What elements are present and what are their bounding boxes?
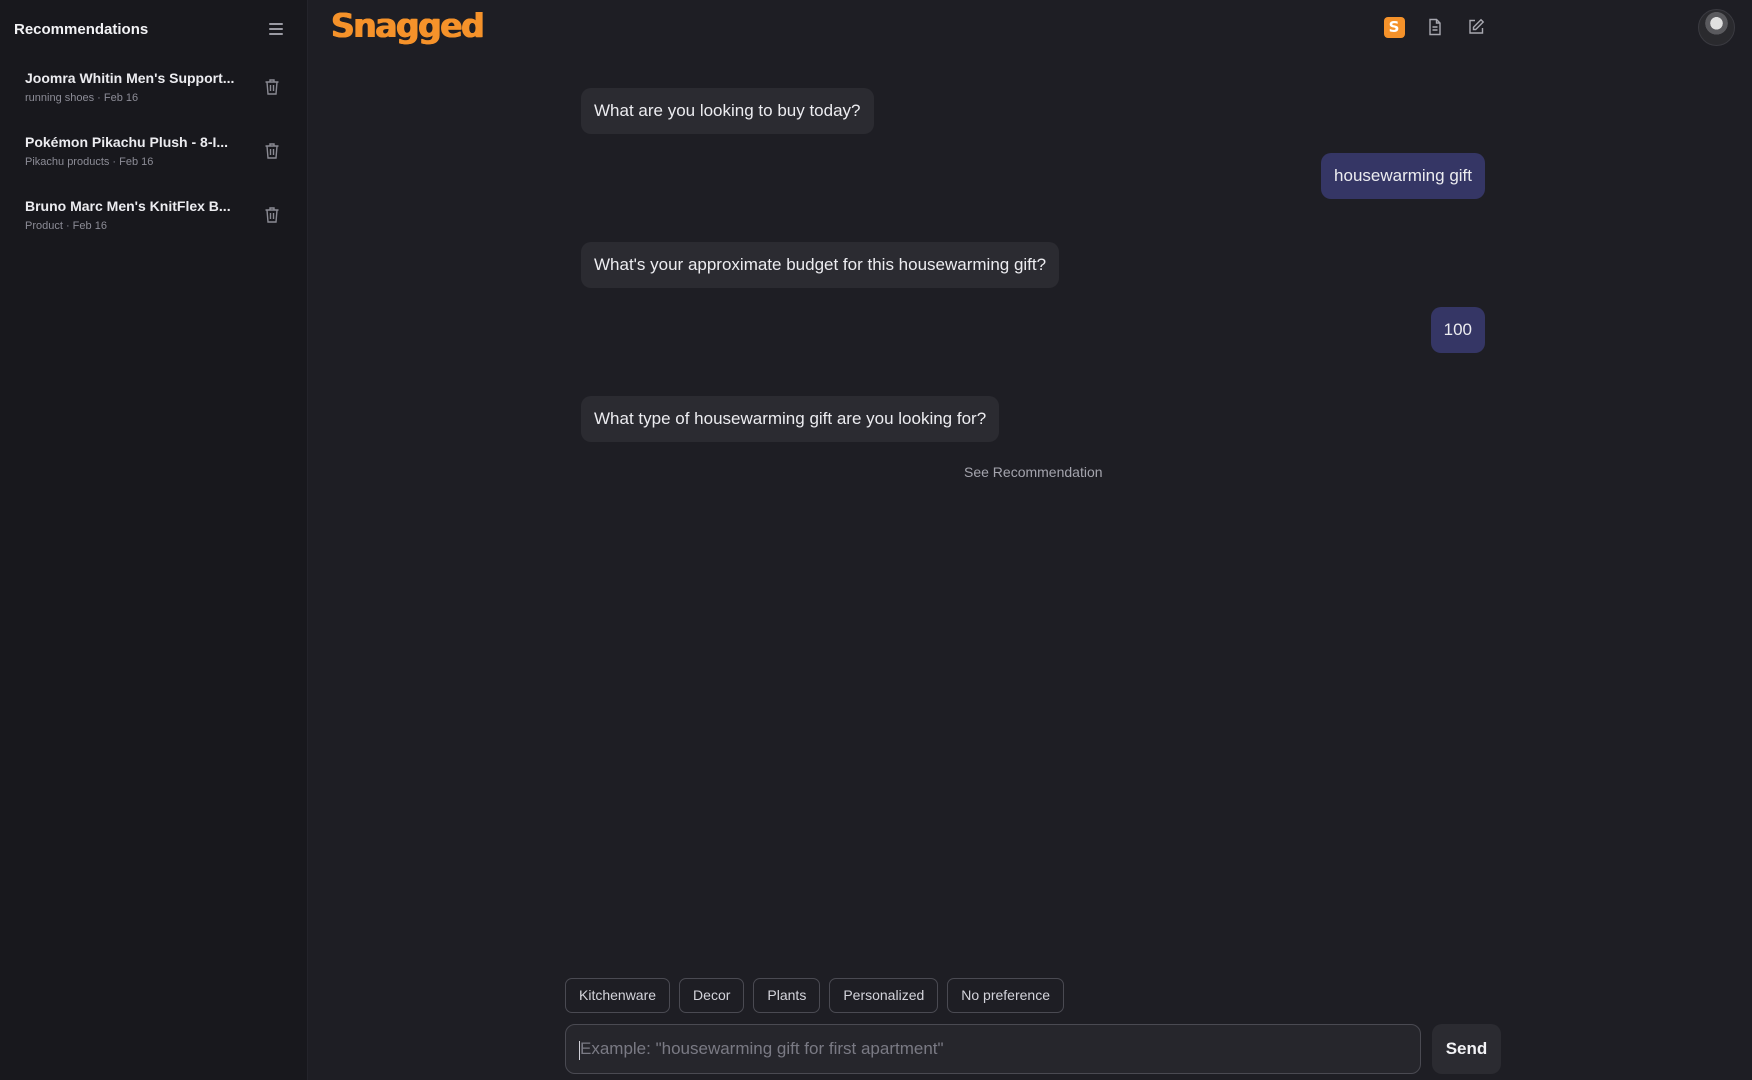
recommendation-list: Joomra Whitin Men's Support... running s… (0, 62, 308, 254)
recommendation-meta: Pikachu products · Feb 16 (25, 156, 154, 168)
chip-no-preference[interactable]: No preference (947, 978, 1064, 1013)
bot-message: What's your approximate budget for this … (581, 242, 1060, 288)
header-actions: S (1383, 16, 1487, 38)
edit-icon[interactable] (1465, 16, 1487, 38)
trash-icon[interactable] (264, 206, 280, 224)
chip-kitchenware[interactable]: Kitchenware (565, 978, 671, 1013)
recommendation-item[interactable]: Bruno Marc Men's KnitFlex B... Product ·… (0, 190, 308, 254)
user-message: 100 (1430, 307, 1485, 353)
recommendation-meta: Product · Feb 16 (25, 220, 107, 232)
text-caret (579, 1041, 580, 1060)
bot-message: What type of housewarming gift are you l… (581, 396, 1000, 442)
snagged-logo[interactable]: Snagged (331, 6, 485, 45)
chip-personalized[interactable]: Personalized (829, 978, 939, 1013)
sidebar: Recommendations Joomra Whitin Men's Supp… (0, 0, 308, 1080)
recommendation-item[interactable]: Joomra Whitin Men's Support... running s… (0, 62, 308, 126)
chip-decor[interactable]: Decor (679, 978, 745, 1013)
app-root: Recommendations Joomra Whitin Men's Supp… (0, 0, 1752, 1080)
message-input-wrapper (565, 1024, 1421, 1074)
see-recommendation-link[interactable]: See Recommendation (964, 464, 1103, 480)
suggestion-chips: Kitchenware Decor Plants Personalized No… (565, 978, 1064, 1013)
recommendation-title: Pokémon Pikachu Plush - 8-I... (25, 134, 229, 150)
snagged-badge-letter: S (1383, 16, 1405, 38)
hamburger-icon[interactable] (269, 22, 285, 36)
avatar[interactable] (1698, 9, 1735, 46)
bot-message: What are you looking to buy today? (581, 88, 874, 134)
send-button[interactable]: Send (1432, 1024, 1501, 1074)
trash-icon[interactable] (264, 142, 280, 160)
snagged-badge-icon[interactable]: S (1383, 16, 1405, 38)
message-input[interactable] (566, 1025, 1420, 1073)
user-message: housewarming gift (1321, 153, 1485, 199)
document-icon[interactable] (1424, 16, 1446, 38)
recommendation-title: Bruno Marc Men's KnitFlex B... (25, 198, 231, 214)
recommendation-title: Joomra Whitin Men's Support... (25, 70, 235, 86)
chip-plants[interactable]: Plants (753, 978, 821, 1013)
recommendation-item[interactable]: Pokémon Pikachu Plush - 8-I... Pikachu p… (0, 126, 308, 190)
recommendation-meta: running shoes · Feb 16 (25, 92, 139, 104)
sidebar-header: Recommendations (14, 18, 285, 40)
trash-icon[interactable] (264, 78, 280, 96)
sidebar-title: Recommendations (14, 20, 149, 38)
